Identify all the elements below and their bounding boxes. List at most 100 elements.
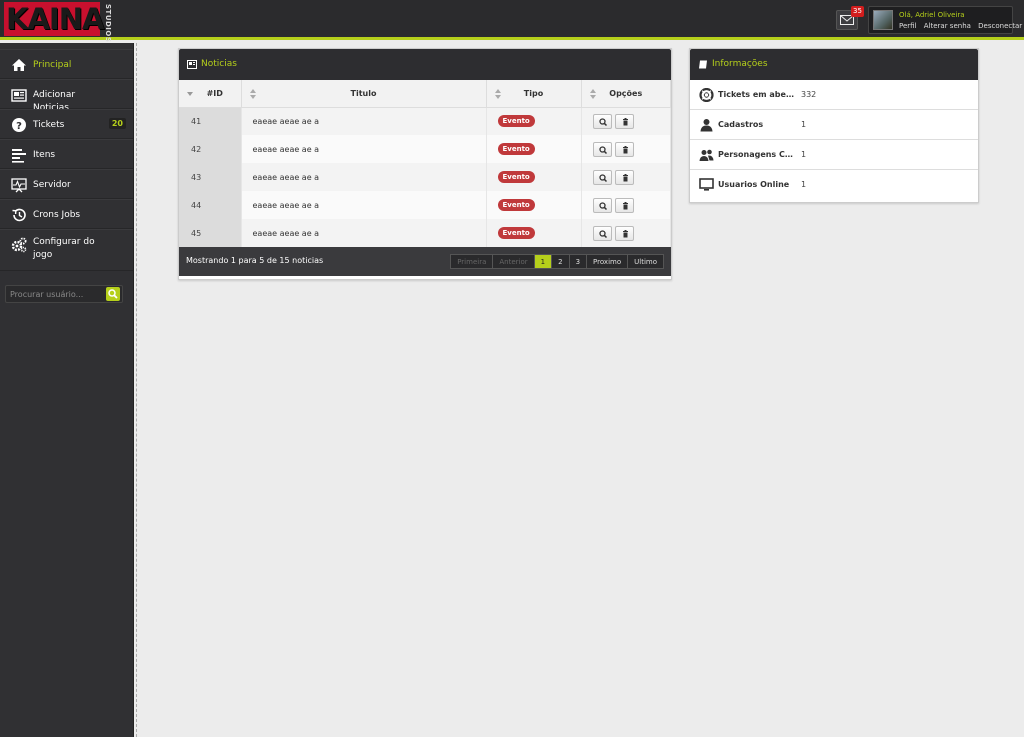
type-badge: Evento xyxy=(497,171,535,183)
info-row-personagens: Personagens Criados 1 xyxy=(690,140,978,170)
trash-icon xyxy=(622,117,628,126)
page-first-button[interactable]: Primeira xyxy=(450,254,494,269)
table-row: 41 eaeae aeae ae a Evento xyxy=(179,107,671,135)
delete-button[interactable] xyxy=(614,197,634,213)
page-button-2[interactable]: 2 xyxy=(551,254,570,269)
view-button[interactable] xyxy=(592,113,612,129)
sidebar-item-configurar-jogo[interactable]: Configurar do jogo xyxy=(0,229,133,271)
sort-desc-icon xyxy=(187,92,193,96)
question-icon: ? xyxy=(12,118,26,132)
sidebar-item-principal[interactable]: Principal xyxy=(0,49,133,79)
column-header-titulo[interactable]: Titulo xyxy=(241,80,487,108)
view-button[interactable] xyxy=(592,169,612,185)
view-button[interactable] xyxy=(592,197,612,213)
delete-button[interactable] xyxy=(614,113,634,129)
sidebar-item-label: Crons Jobs xyxy=(33,210,81,220)
messages-count-badge: 35 xyxy=(851,6,864,17)
sidebar-item-label: Tickets xyxy=(33,120,65,130)
sidebar-item-servidor[interactable]: Servidor xyxy=(0,169,133,199)
delete-button[interactable] xyxy=(614,169,634,185)
view-button[interactable] xyxy=(592,141,612,157)
view-button[interactable] xyxy=(592,225,612,241)
column-header-tipo[interactable]: Tipo xyxy=(486,80,582,108)
monitor-icon xyxy=(699,178,714,191)
table-row: 43 eaeae aeae ae a Evento xyxy=(179,163,671,191)
row-id: 41 xyxy=(179,107,242,135)
change-password-link[interactable]: Alterar senha xyxy=(924,22,971,30)
page-button-3[interactable]: 3 xyxy=(568,254,588,269)
delete-button[interactable] xyxy=(614,225,634,241)
info-row-online: Usuarios Online 1 xyxy=(690,170,978,200)
profile-link[interactable]: Perfil xyxy=(899,22,917,30)
table-row: 42 eaeae aeae ae a Evento xyxy=(179,135,671,163)
list-icon xyxy=(12,149,26,163)
row-title: eaeae aeae ae a xyxy=(241,219,487,247)
search-icon xyxy=(598,201,607,210)
home-icon xyxy=(12,59,26,71)
sidebar-item-itens[interactable]: Itens xyxy=(0,139,133,169)
user-search-input[interactable] xyxy=(6,286,104,302)
sidebar-item-label: Itens xyxy=(33,150,56,160)
column-header-opcoes[interactable]: Opções xyxy=(581,80,671,108)
table-row: 44 eaeae aeae ae a Evento xyxy=(179,191,671,219)
user-search-button[interactable] xyxy=(106,287,120,301)
row-title: eaeae aeae ae a xyxy=(241,135,487,163)
sort-icon xyxy=(589,89,596,99)
page-button-1[interactable]: 1 xyxy=(533,254,553,269)
sidebar-item-label: Configurar do jogo xyxy=(33,237,95,260)
users-icon xyxy=(699,149,714,161)
news-table: #ID Titulo Tipo Opções 41 eaeae aeae ae … xyxy=(179,80,671,247)
row-id: 43 xyxy=(179,163,242,191)
tickets-count-badge: 20 xyxy=(108,118,126,129)
search-icon xyxy=(598,229,607,238)
trash-icon xyxy=(622,145,628,153)
news-panel: Noticias #ID Titulo Tipo Opções 41 eaeae… xyxy=(178,48,672,280)
top-bar: KAINA STUDIOS 35 Olá, Adriel Oliveira Pe… xyxy=(0,0,1024,43)
trash-icon xyxy=(622,173,628,181)
user-search xyxy=(5,285,123,303)
search-icon xyxy=(598,118,607,126)
type-badge: Evento xyxy=(497,199,535,211)
user-links: Perfil Alterar senha Desconectar xyxy=(899,22,1024,30)
news-panel-title: Noticias xyxy=(201,59,237,69)
page-prev-button[interactable]: Anterior xyxy=(492,254,535,269)
history-icon xyxy=(12,208,26,222)
type-badge: Evento xyxy=(497,115,535,128)
info-value: 332 xyxy=(801,90,817,99)
search-icon xyxy=(598,173,607,182)
info-panel-header: Informações xyxy=(690,49,978,80)
table-footer: Mostrando 1 para 5 de 15 noticias Primei… xyxy=(179,247,671,276)
row-title: eaeae aeae ae a xyxy=(241,107,487,135)
sidebar: Principal Adicionar Noticias ? Tickets 2… xyxy=(0,43,134,737)
sort-icon xyxy=(249,89,256,99)
gears-icon xyxy=(11,237,27,253)
logout-link[interactable]: Desconectar xyxy=(978,22,1022,30)
sidebar-item-label: Servidor xyxy=(33,180,71,190)
column-header-id[interactable]: #ID xyxy=(179,80,242,108)
pagination-info: Mostrando 1 para 5 de 15 noticias xyxy=(186,256,324,265)
logo-subtext: STUDIOS xyxy=(104,4,112,43)
type-badge: Evento xyxy=(497,143,535,155)
page-last-button[interactable]: Ultimo xyxy=(627,254,664,269)
info-label: Cadastros xyxy=(718,120,764,129)
info-label: Tickets em aberto xyxy=(718,90,796,99)
lifebuoy-icon xyxy=(699,88,714,102)
sidebar-item-label: Principal xyxy=(33,60,72,70)
sidebar-item-tickets[interactable]: ? Tickets 20 xyxy=(0,109,133,139)
svg-text:?: ? xyxy=(16,121,22,132)
content-divider xyxy=(136,43,137,737)
pagination: Primeira Anterior 1 2 3 Proximo Ultimo xyxy=(450,254,664,269)
book-icon xyxy=(699,60,707,69)
delete-button[interactable] xyxy=(614,141,634,157)
newspaper-icon xyxy=(187,60,197,69)
logo[interactable]: KAINA STUDIOS xyxy=(4,2,112,43)
avatar[interactable] xyxy=(873,10,893,30)
newspaper-icon xyxy=(11,89,27,102)
user-box: Olá, Adriel Oliveira Perfil Alterar senh… xyxy=(868,6,1022,34)
row-id: 44 xyxy=(179,191,242,219)
sidebar-item-adicionar-noticias[interactable]: Adicionar Noticias xyxy=(0,79,133,113)
info-row-cadastros: Cadastros 1 xyxy=(690,110,978,140)
sidebar-item-crons-jobs[interactable]: Crons Jobs xyxy=(0,199,133,229)
user-greeting: Olá, Adriel Oliveira xyxy=(899,11,965,19)
page-next-button[interactable]: Proximo xyxy=(586,254,629,269)
